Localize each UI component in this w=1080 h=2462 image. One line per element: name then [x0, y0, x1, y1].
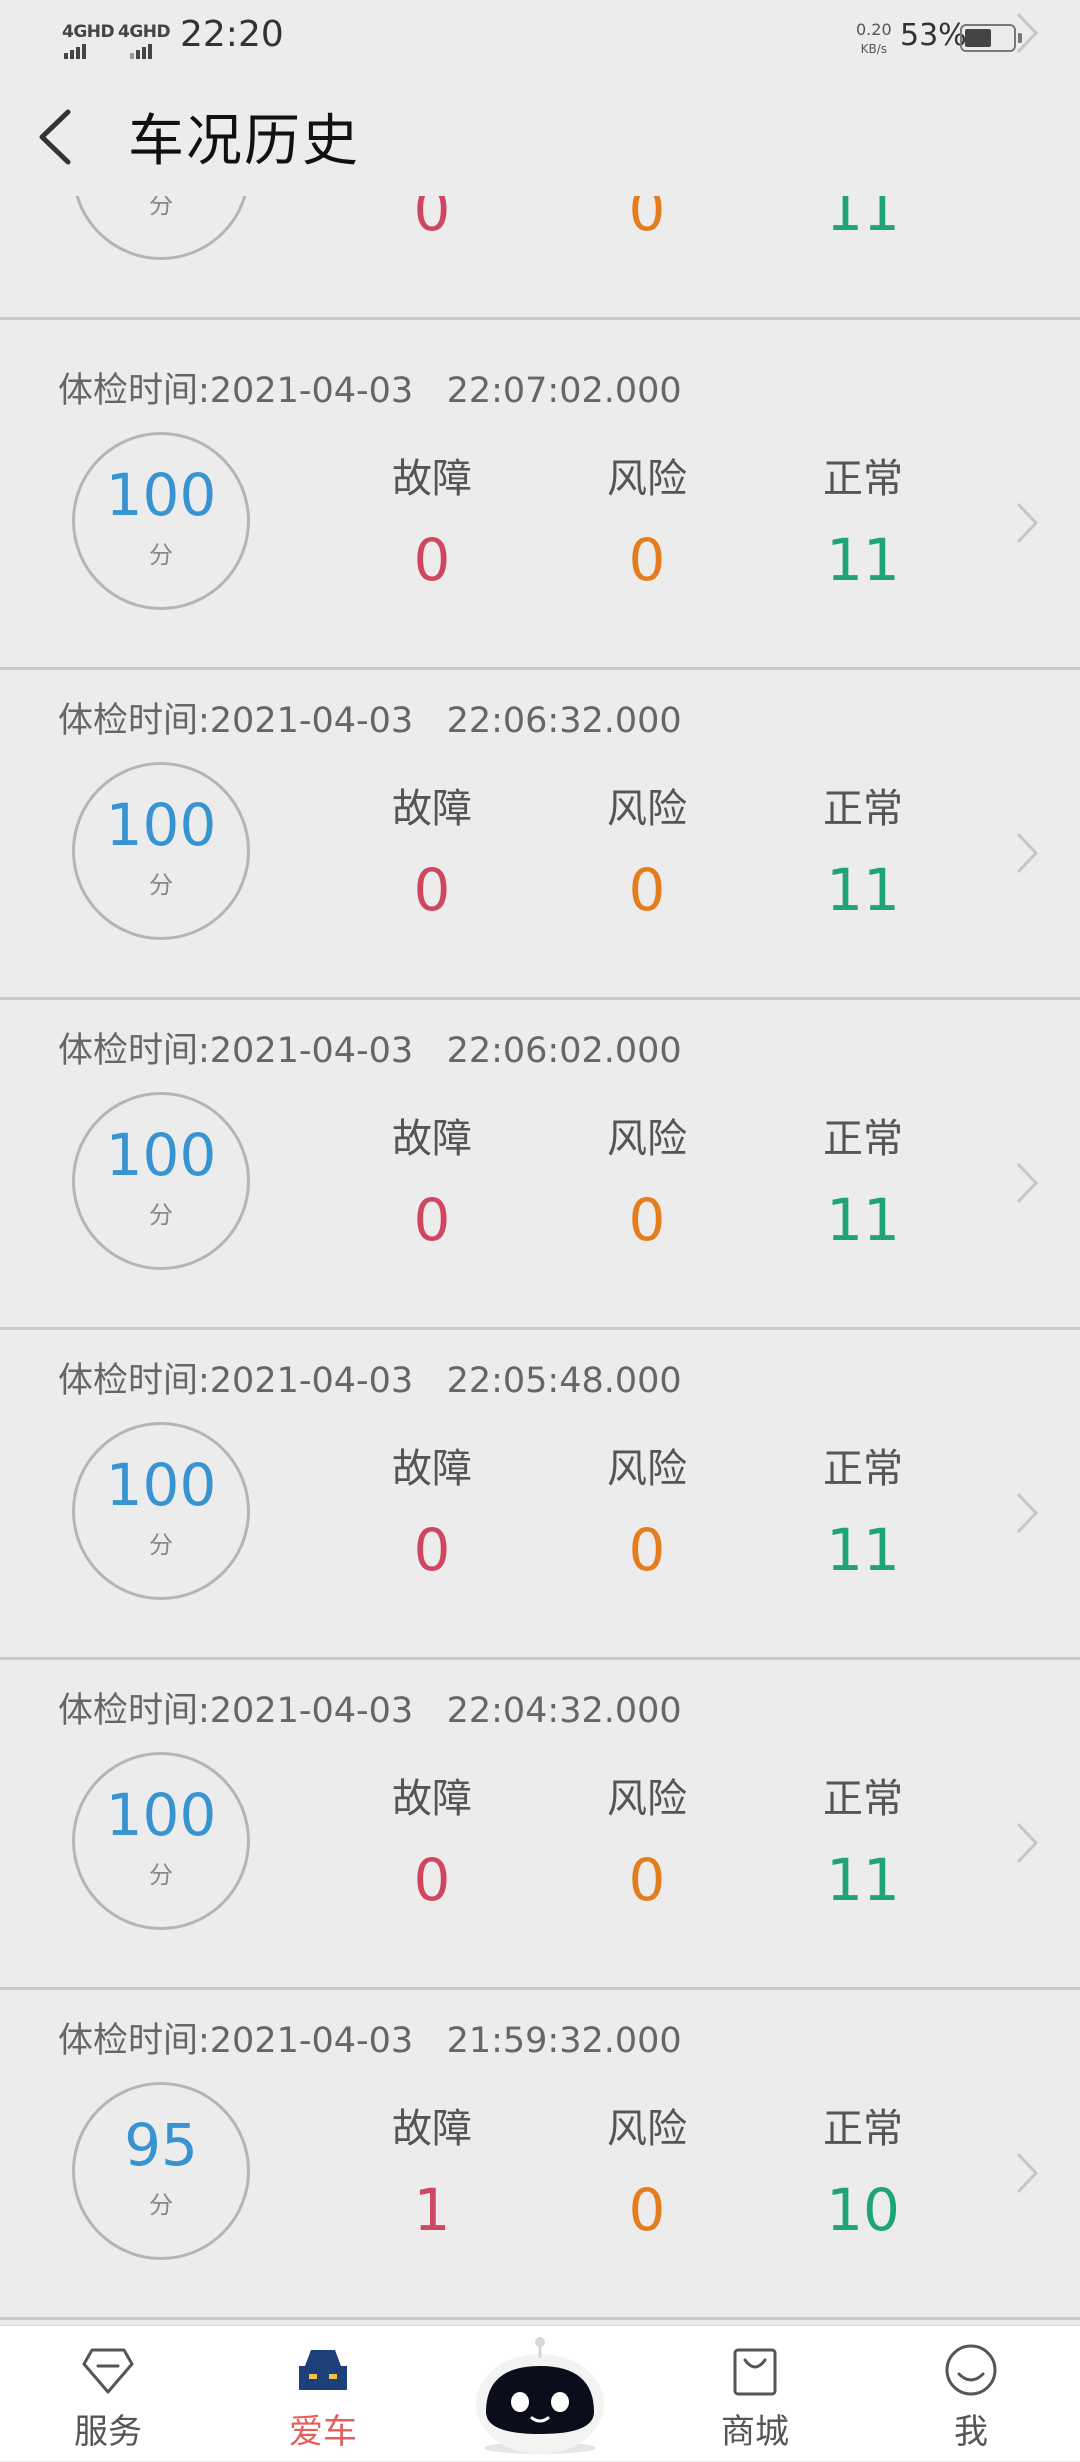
fault-label: 故障 — [392, 1776, 472, 1822]
score-circle: 100 分 — [72, 1422, 250, 1600]
record-time: 体检时间:2021-04-03 22:04:32.000 — [58, 1691, 682, 1731]
tab-my-car[interactable]: 爱车 — [258, 2326, 388, 2461]
app-header: 车况历史 — [0, 78, 1080, 196]
tab-service[interactable]: 服务 — [43, 2326, 173, 2461]
fault-label: 故障 — [392, 1446, 472, 1492]
fault-label: 故障 — [392, 456, 472, 502]
fault-label: 故障 — [392, 786, 472, 832]
normal-label: 正常 — [823, 2106, 903, 2152]
list-item[interactable]: 体检时间:2021-04-03 21:59:32.000 95 分 故障 风险 … — [0, 1990, 1080, 2320]
score-value: 100 — [105, 461, 217, 529]
risk-label: 风险 — [607, 456, 687, 502]
back-button[interactable] — [28, 102, 88, 172]
tab-mall[interactable]: 商城 — [690, 2326, 820, 2461]
risk-label: 风险 — [607, 786, 687, 832]
chevron-right-icon — [1016, 832, 1039, 874]
fault-label: 故障 — [392, 1116, 472, 1162]
score-circle: 100 分 — [72, 432, 250, 610]
score-value: 95 — [124, 2111, 198, 2179]
tab-me[interactable]: 我 — [906, 2326, 1036, 2461]
normal-count: 11 — [826, 1846, 900, 1914]
risk-count: 0 — [628, 1846, 666, 1914]
risk-label: 风险 — [607, 1776, 687, 1822]
fault-count: 1 — [413, 2176, 451, 2244]
chevron-right-icon — [1016, 502, 1039, 544]
shopping-bag-icon — [733, 2348, 777, 2396]
robot-assistant-button[interactable] — [472, 2330, 608, 2458]
list-item[interactable]: 体检时间:2021-04-03 22:07:02.000 100 分 故障 风险… — [0, 340, 1080, 670]
chevron-right-icon — [1016, 12, 1039, 54]
tab-label: 我 — [954, 2412, 988, 2452]
score-unit: 分 — [149, 541, 173, 569]
normal-label: 正常 — [823, 786, 903, 832]
risk-count: 0 — [628, 526, 666, 594]
fault-count: 0 — [413, 1186, 451, 1254]
normal-count: 11 — [826, 1186, 900, 1254]
score-value: 100 — [105, 1781, 217, 1849]
service-diamond-icon — [82, 2348, 134, 2394]
record-time: 体检时间:2021-04-03 22:06:32.000 — [58, 701, 682, 741]
score-circle: 100 分 — [72, 1752, 250, 1930]
tab-label: 服务 — [74, 2412, 142, 2452]
record-list[interactable]: 分 0 0 11 体检时间:2021-04-03 22:07:02.000 10… — [0, 0, 1080, 2325]
tab-label: 爱车 — [289, 2412, 357, 2452]
list-item[interactable]: 体检时间:2021-04-03 22:04:32.000 100 分 故障 风险… — [0, 1660, 1080, 1990]
normal-count: 10 — [826, 2176, 900, 2244]
risk-label: 风险 — [607, 2106, 687, 2152]
chevron-right-icon — [1016, 1822, 1039, 1864]
fault-label: 故障 — [392, 2106, 472, 2152]
list-item[interactable]: 体检时间:2021-04-03 22:06:32.000 100 分 故障 风险… — [0, 670, 1080, 1000]
record-time: 体检时间:2021-04-03 22:05:48.000 — [58, 1361, 682, 1401]
list-item[interactable]: 体检时间:2021-04-03 22:06:02.000 100 分 故障 风险… — [0, 1000, 1080, 1330]
score-circle: 95 分 — [72, 2082, 250, 2260]
score-unit: 分 — [149, 1861, 173, 1889]
score-unit: 分 — [149, 1201, 173, 1229]
record-time: 体检时间:2021-04-03 22:07:02.000 — [58, 371, 682, 411]
normal-count: 11 — [826, 526, 900, 594]
smiley-face-icon — [945, 2344, 997, 2396]
record-time: 体检时间:2021-04-03 22:06:02.000 — [58, 1031, 682, 1071]
score-unit: 分 — [149, 871, 173, 899]
risk-count: 0 — [628, 1516, 666, 1584]
score-value: 100 — [105, 1121, 217, 1189]
score-circle: 100 分 — [72, 762, 250, 940]
normal-label: 正常 — [823, 1116, 903, 1162]
fault-count: 0 — [413, 1516, 451, 1584]
risk-count: 0 — [628, 856, 666, 924]
fault-count: 0 — [413, 526, 451, 594]
robot-assistant-icon — [476, 2337, 604, 2454]
normal-count: 11 — [826, 1516, 900, 1584]
car-icon — [299, 2350, 347, 2390]
chevron-right-icon — [1016, 1492, 1039, 1534]
chevron-left-icon — [39, 109, 71, 165]
normal-label: 正常 — [823, 1776, 903, 1822]
risk-count: 0 — [628, 2176, 666, 2244]
risk-label: 风险 — [607, 1446, 687, 1492]
score-unit: 分 — [149, 1531, 173, 1559]
tab-label: 商城 — [721, 2412, 789, 2452]
risk-label: 风险 — [607, 1116, 687, 1162]
normal-count: 11 — [826, 856, 900, 924]
record-time: 体检时间:2021-04-03 21:59:32.000 — [58, 2021, 682, 2061]
score-value: 100 — [105, 1451, 217, 1519]
score-unit: 分 — [149, 2191, 173, 2219]
normal-label: 正常 — [823, 1446, 903, 1492]
list-item[interactable]: 体检时间:2021-04-03 22:05:48.000 100 分 故障 风险… — [0, 1330, 1080, 1660]
score-circle: 100 分 — [72, 1092, 250, 1270]
chevron-right-icon — [1016, 1162, 1039, 1204]
chevron-right-icon — [1016, 2152, 1039, 2194]
fault-count: 0 — [413, 1846, 451, 1914]
risk-count: 0 — [628, 1186, 666, 1254]
normal-label: 正常 — [823, 456, 903, 502]
score-value: 100 — [105, 791, 217, 859]
fault-count: 0 — [413, 856, 451, 924]
page-title: 车况历史 — [128, 109, 360, 174]
